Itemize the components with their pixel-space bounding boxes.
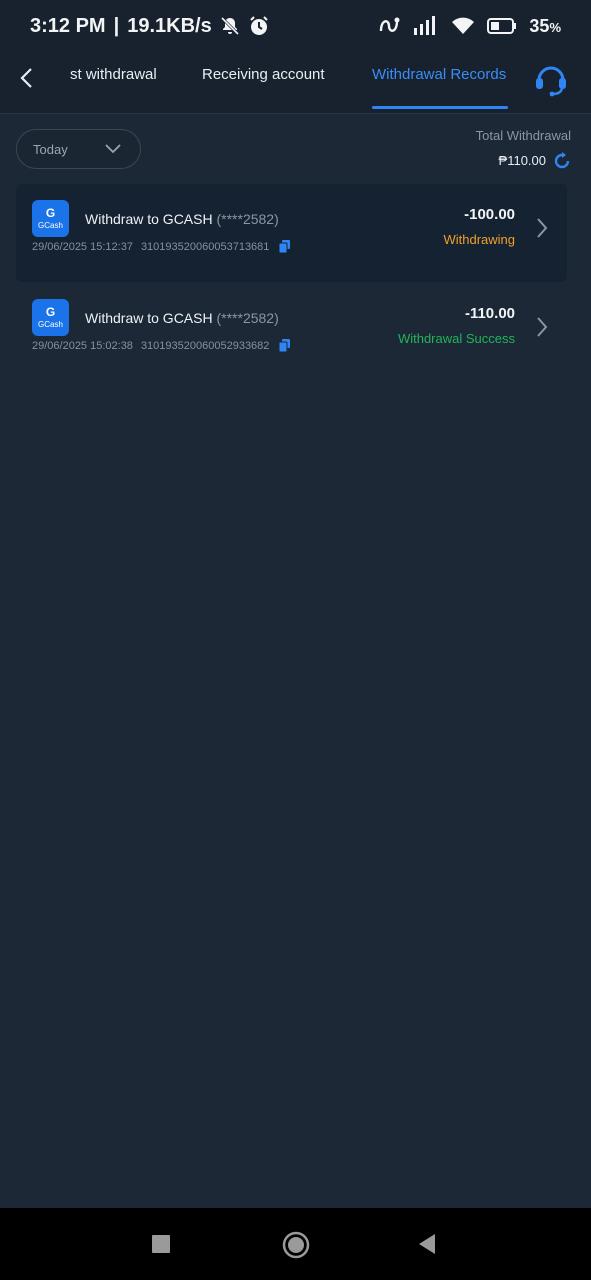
record-account: (****2582) xyxy=(216,310,279,326)
gcash-logo: G GCash xyxy=(32,299,69,336)
signal-icon xyxy=(413,16,439,36)
date-filter-value: Today xyxy=(33,141,68,157)
headset-icon xyxy=(536,66,566,97)
record-amount: -110.00 xyxy=(464,305,515,322)
record-title: Withdraw to GCASH (****2582) xyxy=(85,310,279,326)
chevron-left-icon xyxy=(20,68,32,88)
gcash-logo: G GCash xyxy=(32,200,69,237)
status-right: 35% xyxy=(377,15,561,37)
tab-first-withdrawal[interactable]: st withdrawal xyxy=(70,66,157,114)
battery-percent: 35% xyxy=(529,15,561,36)
record-transaction-id: 310193520060052933682 xyxy=(140,339,270,352)
record-meta: 29/06/2025 15:02:38 31019352006005293368… xyxy=(32,339,291,352)
status-separator: | xyxy=(113,14,120,37)
wifi-icon xyxy=(451,16,475,36)
status-bar: 3:12 PM | 19.1KB/s 35% xyxy=(0,0,591,52)
record-account: (****2582) xyxy=(216,211,279,227)
record-amount: -100.00 xyxy=(464,206,515,223)
date-filter-select[interactable]: Today xyxy=(16,129,141,169)
total-withdrawal-label: Total Withdrawal xyxy=(475,128,571,143)
withdrawal-record[interactable]: G GCash Withdraw to GCASH (****2582) 29/… xyxy=(16,283,567,381)
recents-button[interactable] xyxy=(151,1234,171,1259)
withdrawal-record[interactable]: G GCash Withdraw to GCASH (****2582) 29/… xyxy=(16,184,567,282)
copy-icon[interactable] xyxy=(279,240,291,253)
record-status: Withdrawing xyxy=(443,232,515,247)
clock: 3:12 PM xyxy=(30,14,106,37)
copy-icon[interactable] xyxy=(279,339,291,352)
link-icon xyxy=(377,15,401,37)
record-datetime: 29/06/2025 15:12:37 xyxy=(32,240,133,253)
record-meta: 29/06/2025 15:12:37 31019352006005371368… xyxy=(32,240,291,253)
back-button[interactable] xyxy=(14,66,38,90)
circle-icon xyxy=(282,1231,310,1259)
chevron-right-icon[interactable] xyxy=(535,216,549,245)
total-withdrawal-amount: ₱110.00 xyxy=(498,153,546,168)
chevron-down-icon xyxy=(104,140,122,163)
refresh-icon[interactable] xyxy=(552,151,572,176)
status-left: 3:12 PM | 19.1KB/s xyxy=(30,15,270,38)
triangle-back-icon xyxy=(419,1234,435,1254)
record-status: Withdrawal Success xyxy=(397,331,515,346)
customer-support-button[interactable] xyxy=(532,60,570,98)
tab-bar: st withdrawal Receiving account Withdraw… xyxy=(70,52,530,114)
system-back-button[interactable] xyxy=(417,1233,437,1260)
system-nav-bar xyxy=(0,1208,591,1280)
battery-icon xyxy=(487,17,517,35)
active-tab-indicator xyxy=(372,106,508,109)
record-title: Withdraw to GCASH (****2582) xyxy=(85,211,279,227)
tab-receiving-account[interactable]: Receiving account xyxy=(202,66,325,114)
filter-row: Today Total Withdrawal ₱110.00 xyxy=(0,115,591,183)
bell-muted-icon xyxy=(220,16,240,36)
network-speed: 19.1KB/s xyxy=(127,14,212,37)
chevron-right-icon[interactable] xyxy=(535,315,549,344)
square-icon xyxy=(152,1235,170,1253)
record-transaction-id: 310193520060053713681 xyxy=(140,240,270,253)
alarm-icon xyxy=(248,15,270,37)
record-datetime: 29/06/2025 15:02:38 xyxy=(32,339,133,352)
home-button[interactable] xyxy=(282,1231,310,1264)
top-nav: st withdrawal Receiving account Withdraw… xyxy=(0,52,591,114)
